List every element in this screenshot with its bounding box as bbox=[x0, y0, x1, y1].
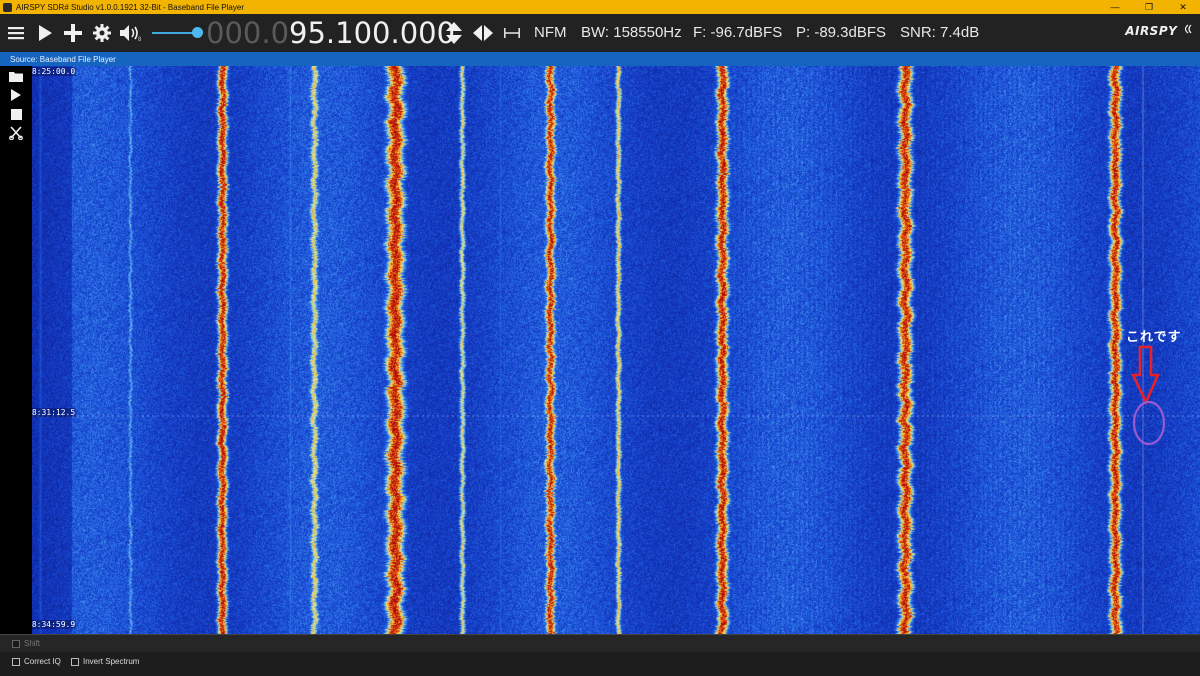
scissors-icon[interactable] bbox=[8, 125, 24, 141]
signal-waves-icon bbox=[1184, 24, 1192, 34]
correct-iq-checkbox[interactable]: Correct IQ bbox=[12, 657, 61, 666]
volume-slider-handle[interactable] bbox=[192, 27, 204, 38]
frequency-leading-digits: 000.0 bbox=[206, 16, 290, 50]
waterfall-overlay bbox=[32, 66, 1200, 634]
shift-row: Shift bbox=[0, 635, 1200, 652]
bandwidth-readout: BW: 158550Hz bbox=[581, 24, 682, 41]
volume-slider-fill bbox=[152, 32, 198, 34]
tuning-step-updown-icon[interactable] bbox=[445, 14, 463, 52]
maximize-button[interactable]: ❐ bbox=[1132, 0, 1166, 14]
correct-iq-label: Correct IQ bbox=[24, 657, 61, 666]
invert-spectrum-checkbox[interactable]: Invert Spectrum bbox=[71, 657, 139, 666]
bottom-options-panel: Shift Correct IQ Invert Spectrum bbox=[0, 634, 1200, 676]
folder-icon[interactable] bbox=[8, 68, 24, 84]
sdr-app-window: AIRSPY SDR# Studio v1.0.0.1921 32-Bit - … bbox=[0, 0, 1200, 676]
stop-icon[interactable] bbox=[8, 106, 24, 122]
close-button[interactable]: ✕ bbox=[1166, 0, 1200, 14]
play-icon[interactable] bbox=[36, 14, 54, 52]
invert-spectrum-label: Invert Spectrum bbox=[83, 657, 140, 666]
waterfall-display[interactable]: これです 18:25:00.0 18:31:12.5 18:34:59.9 bbox=[32, 66, 1200, 634]
window-title: AIRSPY SDR# Studio v1.0.0.1921 32-Bit - … bbox=[16, 2, 244, 12]
span-icon[interactable] bbox=[503, 14, 521, 52]
annotation-ellipse bbox=[1132, 400, 1166, 446]
timestamp-end: 18:34:59.9 bbox=[32, 620, 77, 629]
invert-spectrum-checkbox-box[interactable] bbox=[71, 657, 79, 666]
title-bar: AIRSPY SDR# Studio v1.0.0.1921 32-Bit - … bbox=[0, 0, 1200, 14]
demod-mode[interactable]: NFM bbox=[534, 14, 567, 52]
frequency-digits: 95.100.000 bbox=[289, 16, 456, 50]
svg-text:8: 8 bbox=[138, 37, 142, 42]
floor-readout: F: -96.7dBFS bbox=[693, 24, 783, 41]
tuning-leftright-icon[interactable] bbox=[472, 14, 494, 52]
source-header: Source: Baseband File Player bbox=[0, 52, 1200, 66]
annotation-text: これです bbox=[1126, 329, 1182, 344]
gear-icon[interactable] bbox=[92, 14, 112, 52]
shift-label: Shift bbox=[24, 639, 41, 648]
airspy-logo: AIRSPY bbox=[1125, 24, 1192, 38]
correct-iq-checkbox-box[interactable] bbox=[12, 657, 20, 666]
hamburger-menu-icon[interactable] bbox=[6, 14, 26, 52]
logo-text: AIRSPY bbox=[1125, 24, 1178, 38]
speaker-icon[interactable]: 8 bbox=[120, 14, 142, 52]
plus-icon[interactable] bbox=[63, 14, 83, 52]
play-file-icon[interactable] bbox=[8, 87, 24, 103]
app-icon bbox=[3, 2, 12, 12]
snr-readout: SNR: 7.4dB bbox=[900, 24, 980, 41]
frequency-display[interactable]: 000.095.100.000 bbox=[206, 16, 455, 50]
annotation-arrow-icon bbox=[1130, 345, 1161, 406]
timestamp-start: 18:25:00.0 bbox=[32, 67, 77, 76]
main-toolbar: 8 000.095.100.000 NFM BW: 158550Hz F: -9… bbox=[0, 14, 1200, 52]
shift-checkbox[interactable]: Shift bbox=[12, 639, 40, 648]
window-controls: — ❐ ✕ bbox=[1098, 0, 1200, 14]
player-side-toolbar bbox=[0, 66, 32, 634]
shift-checkbox-box[interactable] bbox=[12, 639, 20, 648]
power-readout: P: -89.3dBFS bbox=[796, 24, 887, 41]
minimize-button[interactable]: — bbox=[1098, 0, 1132, 14]
timestamp-cursor: 18:31:12.5 bbox=[32, 408, 77, 417]
source-label: Source: Baseband File Player bbox=[10, 54, 116, 64]
